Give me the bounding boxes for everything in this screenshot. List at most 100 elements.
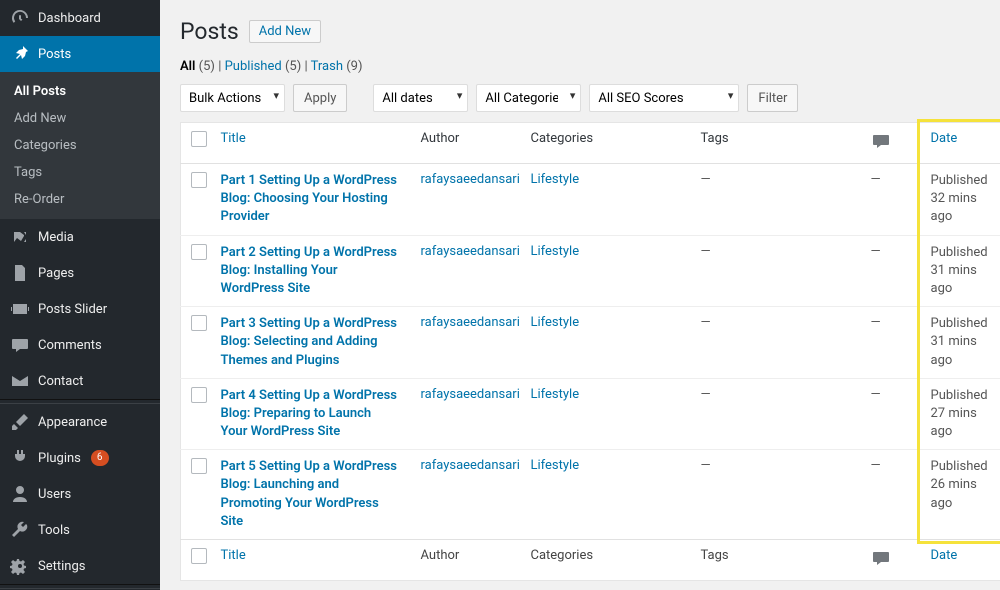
dash-icon: [10, 8, 30, 28]
post-date: Published31 mins ago: [931, 244, 1000, 299]
author-link[interactable]: rafaysaeedansari: [421, 458, 520, 473]
table-row: Part 5 Setting Up a WordPress Blog: Laun…: [181, 450, 1000, 540]
gear-icon: [10, 556, 30, 576]
sidebar-item-dashboard[interactable]: Dashboard: [0, 0, 160, 36]
sidebar-item-plugins[interactable]: Plugins6: [0, 440, 160, 476]
sidebar-item-label: Dashboard: [38, 11, 101, 26]
category-link[interactable]: Lifestyle: [531, 172, 580, 187]
sidebar-item-users[interactable]: Users: [0, 476, 160, 512]
sidebar-item-label: Tools: [38, 523, 70, 538]
col-title-foot[interactable]: Title: [221, 548, 246, 563]
filter-button[interactable]: Filter: [747, 84, 798, 112]
tags-empty: —: [701, 172, 711, 187]
sidebar-sub-tags[interactable]: Tags: [0, 159, 160, 186]
view-all[interactable]: All: [180, 59, 195, 74]
sidebar-sub-all-posts[interactable]: All Posts: [0, 78, 160, 105]
sidebar-item-appearance[interactable]: Appearance: [0, 404, 160, 440]
apply-button[interactable]: Apply: [293, 84, 347, 112]
row-checkbox[interactable]: [191, 458, 207, 474]
comments-icon: [871, 548, 891, 568]
tags-empty: —: [701, 387, 711, 402]
sidebar-item-label: Users: [38, 487, 71, 502]
mail-icon: [10, 371, 30, 391]
post-title-link[interactable]: Part 1 Setting Up a WordPress Blog: Choo…: [221, 173, 397, 224]
col-date[interactable]: Date: [931, 131, 958, 146]
col-author-foot: Author: [411, 540, 521, 581]
post-title-link[interactable]: Part 3 Setting Up a WordPress Blog: Sele…: [221, 316, 397, 367]
sidebar-item-posts-slider[interactable]: Posts Slider: [0, 291, 160, 327]
col-tags-foot: Tags: [691, 540, 861, 581]
sidebar-item-posts[interactable]: Posts: [0, 36, 160, 72]
user-icon: [10, 484, 30, 504]
sidebar-item-settings[interactable]: Settings: [0, 548, 160, 584]
sidebar-item-label: Pages: [38, 266, 74, 281]
sidebar-item-label: Comments: [38, 338, 102, 353]
post-date: Published32 mins ago: [931, 172, 1000, 227]
post-date: Published31 mins ago: [931, 315, 1000, 370]
categories-select[interactable]: All Categories: [476, 84, 581, 112]
author-link[interactable]: rafaysaeedansari: [421, 244, 520, 259]
sidebar-item-comments[interactable]: Comments: [0, 327, 160, 363]
posts-table: Title Author Categories Tags Date Part 1…: [180, 122, 1000, 581]
row-checkbox[interactable]: [191, 244, 207, 260]
table-row: Part 2 Setting Up a WordPress Blog: Inst…: [181, 235, 1000, 307]
tags-empty: —: [701, 244, 711, 259]
filter-bar: Bulk Actions Apply All dates All Categor…: [180, 84, 980, 112]
view-published[interactable]: Published: [225, 59, 282, 74]
pin-icon: [10, 44, 30, 64]
sidebar-sub-re-order[interactable]: Re-Order: [0, 186, 160, 213]
sidebar-item-label: Appearance: [38, 415, 107, 430]
sidebar-item-pages[interactable]: Pages: [0, 255, 160, 291]
post-title-link[interactable]: Part 2 Setting Up a WordPress Blog: Inst…: [221, 245, 397, 296]
row-checkbox[interactable]: [191, 387, 207, 403]
tags-empty: —: [701, 458, 711, 473]
admin-sidebar: Dashboard Posts All PostsAdd NewCategories…: [0, 0, 160, 590]
table-row: Part 3 Setting Up a WordPress Blog: Sele…: [181, 307, 1000, 379]
col-title[interactable]: Title: [221, 131, 246, 146]
wrench-icon: [10, 520, 30, 540]
sidebar-item-contact[interactable]: Contact: [0, 363, 160, 399]
sidebar-item-label: Settings: [38, 559, 85, 574]
page-title: Posts: [180, 18, 239, 45]
post-title-link[interactable]: Part 5 Setting Up a WordPress Blog: Laun…: [221, 459, 397, 529]
comment-icon: [10, 335, 30, 355]
col-tags: Tags: [691, 123, 861, 164]
select-all-checkbox[interactable]: [191, 131, 207, 147]
select-all-checkbox-foot[interactable]: [191, 548, 207, 564]
slider-icon: [10, 299, 30, 319]
media-icon: [10, 227, 30, 247]
comments-empty: —: [871, 315, 881, 330]
category-link[interactable]: Lifestyle: [531, 315, 580, 330]
view-trash[interactable]: Trash: [311, 59, 343, 74]
post-title-link[interactable]: Part 4 Setting Up a WordPress Blog: Prep…: [221, 388, 397, 439]
tags-empty: —: [701, 315, 711, 330]
table-row: Part 4 Setting Up a WordPress Blog: Prep…: [181, 378, 1000, 450]
col-categories: Categories: [521, 123, 691, 164]
table-row: Part 1 Setting Up a WordPress Blog: Choo…: [181, 164, 1000, 236]
post-date: Published26 mins ago: [931, 458, 1000, 513]
sidebar-item-tools[interactable]: Tools: [0, 512, 160, 548]
author-link[interactable]: rafaysaeedansari: [421, 315, 520, 330]
sidebar-item-label: Posts Slider: [38, 302, 107, 317]
sidebar-sub-add-new[interactable]: Add New: [0, 105, 160, 132]
sidebar-sub-categories[interactable]: Categories: [0, 132, 160, 159]
col-author: Author: [411, 123, 521, 164]
brush-icon: [10, 412, 30, 432]
dates-select[interactable]: All dates: [373, 84, 468, 112]
row-checkbox[interactable]: [191, 172, 207, 188]
col-date-foot[interactable]: Date: [931, 548, 958, 563]
author-link[interactable]: rafaysaeedansari: [421, 172, 520, 187]
seo-select[interactable]: All SEO Scores: [589, 84, 739, 112]
row-checkbox[interactable]: [191, 315, 207, 331]
sidebar-item-label: Plugins: [38, 451, 81, 466]
category-link[interactable]: Lifestyle: [531, 244, 580, 259]
comments-icon: [871, 131, 891, 151]
author-link[interactable]: rafaysaeedansari: [421, 387, 520, 402]
sidebar-item-media[interactable]: Media: [0, 219, 160, 255]
category-link[interactable]: Lifestyle: [531, 458, 580, 473]
post-date: Published27 mins ago: [931, 387, 1000, 442]
category-link[interactable]: Lifestyle: [531, 387, 580, 402]
post-status-views: All (5) | Published (5) | Trash (9): [180, 59, 980, 74]
bulk-actions-select[interactable]: Bulk Actions: [180, 84, 285, 112]
add-new-button[interactable]: Add New: [249, 20, 321, 43]
